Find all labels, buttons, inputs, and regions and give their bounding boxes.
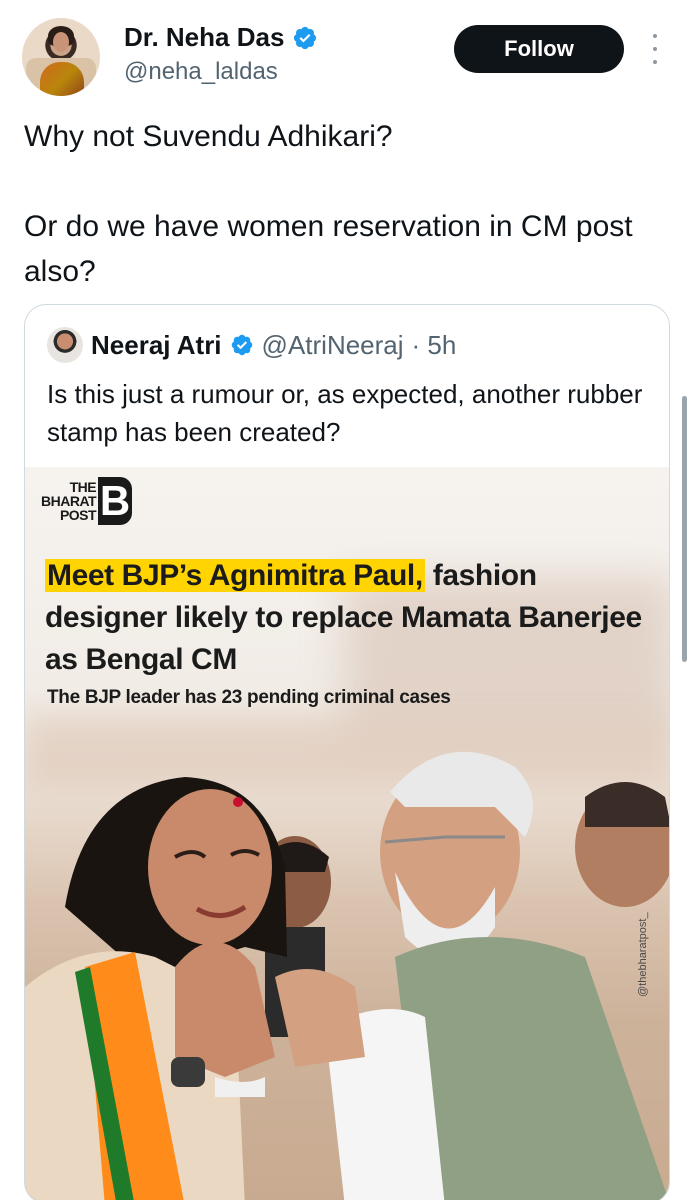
verified-badge-icon — [294, 26, 317, 49]
follow-button[interactable]: Follow — [454, 25, 624, 73]
tweet-text-line: Why not Suvendu Adhikari? — [24, 120, 393, 153]
scrollbar[interactable] — [682, 396, 687, 662]
quoted-tweet-card[interactable]: Neeraj Atri @AtriNeeraj · 5h Is this jus… — [24, 304, 670, 1200]
logo-text-line: THE — [69, 479, 97, 495]
author-avatar[interactable] — [22, 18, 100, 96]
more-vertical-icon[interactable] — [646, 34, 664, 64]
image-headline: Meet BJP’s Agnimitra Paul, fashion desig… — [45, 555, 645, 681]
verified-badge-icon — [231, 334, 252, 356]
tweet-header: Dr. Neha Das @neha_laldas Follow — [0, 0, 694, 100]
author-handle[interactable]: @neha_laldas — [124, 58, 278, 86]
quoted-author-avatar — [47, 327, 83, 363]
logo-text-line: POST — [59, 507, 97, 523]
quoted-author-handle: @AtriNeeraj — [261, 329, 404, 360]
quoted-tweet-image[interactable]: THE BHARAT POST B Meet BJP’s Agnimitra P… — [25, 467, 669, 1200]
quoted-tweet-text: Is this just a rumour or, as expected, a… — [47, 379, 643, 447]
bharat-post-logo: THE BHARAT POST B — [41, 477, 133, 525]
quoted-tweet-time: · 5h — [411, 329, 457, 360]
logo-mark: B — [98, 477, 133, 525]
headline-highlight: Meet BJP’s Agnimitra Paul, — [45, 559, 425, 592]
tweet-body: Why not Suvendu Adhikari? Or do we have … — [24, 114, 674, 294]
author-name-row[interactable]: Dr. Neha Das — [124, 22, 318, 53]
logo-text-line: BHARAT — [41, 493, 97, 509]
image-watermark: @thebharatpost_ — [637, 912, 649, 997]
tweet-text-line: Or do we have women reservation in CM po… — [24, 210, 633, 288]
photo-illustration — [25, 751, 669, 1200]
author-display-name[interactable]: Dr. Neha Das — [124, 22, 284, 53]
quoted-tweet-header: Neeraj Atri @AtriNeeraj · 5h — [47, 327, 456, 363]
quoted-author-name: Neeraj Atri — [91, 329, 222, 360]
